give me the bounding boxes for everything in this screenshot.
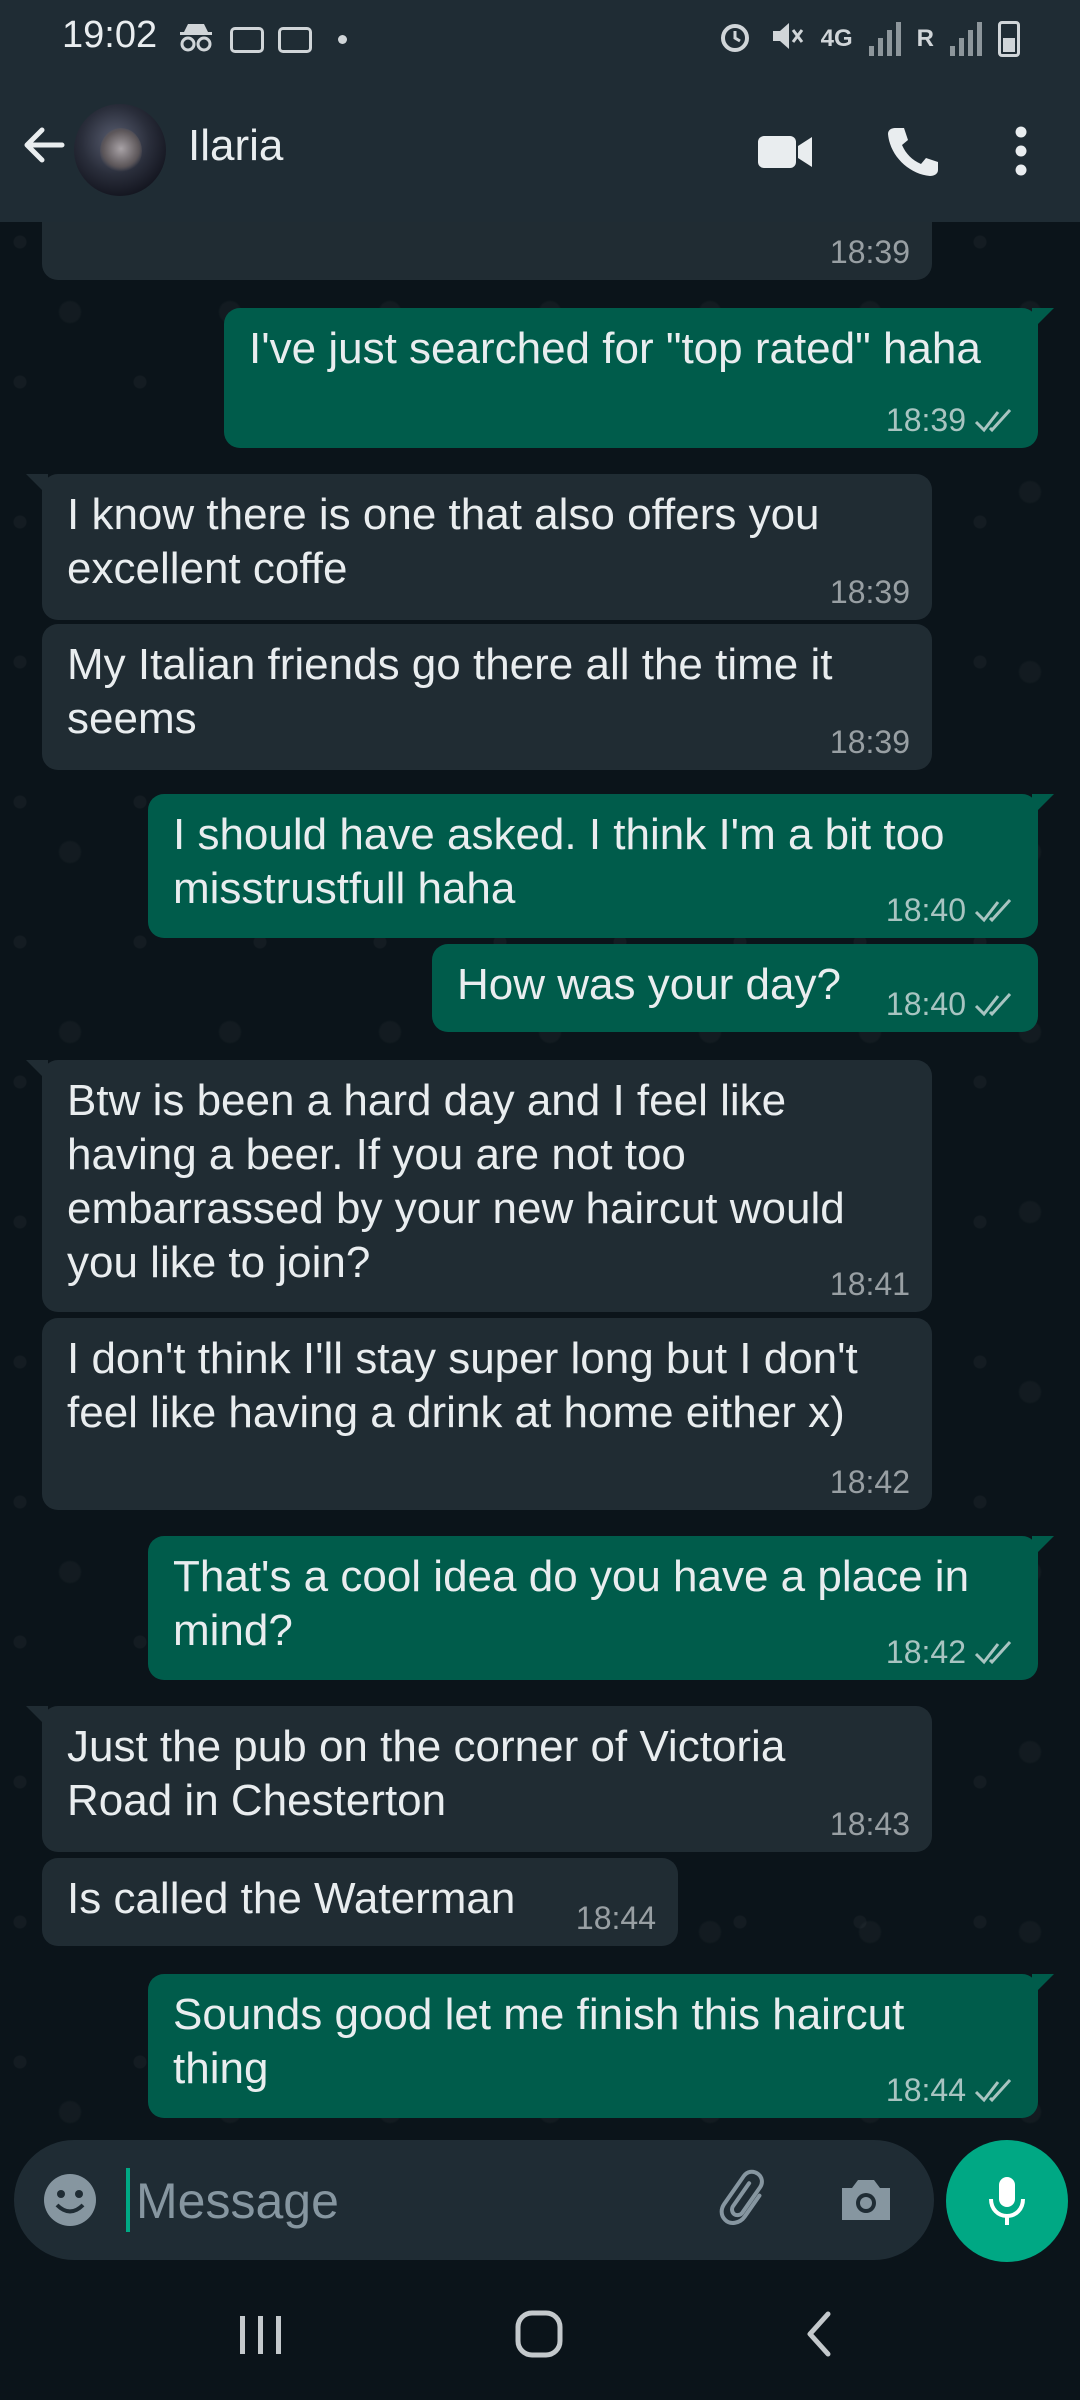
voicemail-icon (230, 26, 264, 53)
message-time: 18:44 (885, 2072, 966, 2108)
chat-header: Ilaria (0, 76, 1080, 222)
voicemail-icon (278, 26, 312, 53)
back-icon[interactable] (786, 2304, 856, 2364)
message-outgoing[interactable]: How was your day? 18:40 (432, 944, 1038, 1032)
message-outgoing[interactable]: I should have asked. I think I'm a bit t… (148, 794, 1054, 938)
message-time: 18:39 (829, 234, 910, 270)
message-text: That's a cool idea do you have a place i… (173, 1552, 970, 1655)
message-outgoing[interactable]: I've just searched for "top rated" haha … (224, 308, 1054, 448)
message-time: 18:39 (829, 574, 910, 610)
message-time: 18:42 (829, 1464, 910, 1500)
mic-button[interactable] (946, 2140, 1068, 2262)
message-text: Is called the Waterman (67, 1874, 516, 1923)
message-input[interactable]: Message (136, 2172, 339, 2230)
message-time: 18:43 (829, 1806, 910, 1842)
back-arrow-icon[interactable] (18, 120, 68, 170)
message-text: I know there is one that also offers you… (67, 490, 820, 593)
attach-icon[interactable] (714, 2168, 778, 2232)
alarm-icon (717, 18, 753, 59)
message-time: 18:44 (575, 1900, 656, 1936)
message-composer[interactable]: Message (14, 2140, 934, 2260)
video-call-icon[interactable] (750, 116, 820, 186)
message-outgoing[interactable]: That's a cool idea do you have a place i… (148, 1536, 1054, 1680)
message-text: I should have asked. I think I'm a bit t… (173, 810, 945, 913)
emoji-icon[interactable] (40, 2170, 100, 2230)
battery-icon (998, 20, 1020, 57)
message-text: I don't think I'll stay super long but I… (67, 1334, 858, 1437)
read-ticks-icon (974, 2078, 1012, 2103)
message-time: 18:40 (885, 892, 966, 928)
more-vert-icon[interactable] (986, 116, 1056, 186)
read-ticks-icon (974, 898, 1012, 923)
status-bar: 19:02 4G R (0, 0, 1080, 76)
mute-icon (769, 18, 805, 59)
message-text: but I can ask for barbers (67, 222, 541, 230)
message-incoming[interactable]: My Italian friends go there all the time… (42, 624, 932, 770)
message-time: 18:40 (885, 986, 966, 1022)
mic-icon (989, 2177, 1025, 2225)
message-time: 18:39 (885, 402, 966, 438)
message-list[interactable]: but I can ask for barbers 18:39 I've jus… (0, 222, 1080, 2136)
avatar[interactable] (74, 104, 166, 196)
read-ticks-icon (974, 992, 1012, 1017)
message-text: Just the pub on the corner of Victoria R… (67, 1722, 786, 1825)
roaming-indicator: R (916, 24, 934, 52)
message-incoming[interactable]: I don't think I'll stay super long but I… (42, 1318, 932, 1510)
message-time: 18:42 (885, 1634, 966, 1670)
text-cursor (126, 2168, 130, 2232)
message-text: I've just searched for "top rated" haha (249, 324, 981, 373)
message-incoming[interactable]: I know there is one that also offers you… (26, 474, 932, 620)
message-incoming[interactable]: Btw is been a hard day and I feel like h… (26, 1060, 932, 1312)
message-time: 18:39 (829, 724, 910, 760)
message-outgoing[interactable]: Sounds good let me finish this haircut t… (148, 1974, 1054, 2118)
network-type: 4G (820, 24, 853, 52)
message-incoming[interactable]: Just the pub on the corner of Victoria R… (26, 1706, 932, 1852)
incognito-icon (176, 20, 216, 59)
signal-icon (950, 21, 982, 56)
system-nav-bar (0, 2264, 1080, 2400)
notification-dot-icon (338, 35, 347, 44)
camera-icon[interactable] (834, 2168, 898, 2232)
message-text: Btw is been a hard day and I feel like h… (67, 1076, 845, 1287)
status-right-icons: 4G R (717, 18, 1020, 59)
status-time: 19:02 (62, 14, 158, 56)
message-text: Sounds good let me finish this haircut t… (173, 1990, 905, 2093)
message-text: My Italian friends go there all the time… (67, 640, 833, 743)
contact-name[interactable]: Ilaria (188, 121, 283, 171)
recent-apps-icon[interactable] (226, 2304, 296, 2364)
read-ticks-icon (974, 408, 1012, 433)
message-incoming[interactable]: but I can ask for barbers 18:39 (42, 222, 932, 280)
signal-icon (868, 21, 901, 56)
message-text: How was your day? (457, 960, 841, 1009)
status-left-icons (176, 20, 347, 59)
read-ticks-icon (974, 1640, 1012, 1665)
message-incoming[interactable]: Is called the Waterman 18:44 (42, 1858, 678, 1946)
phone-icon[interactable] (876, 116, 946, 186)
home-icon[interactable] (504, 2304, 574, 2364)
message-time: 18:41 (829, 1266, 910, 1302)
